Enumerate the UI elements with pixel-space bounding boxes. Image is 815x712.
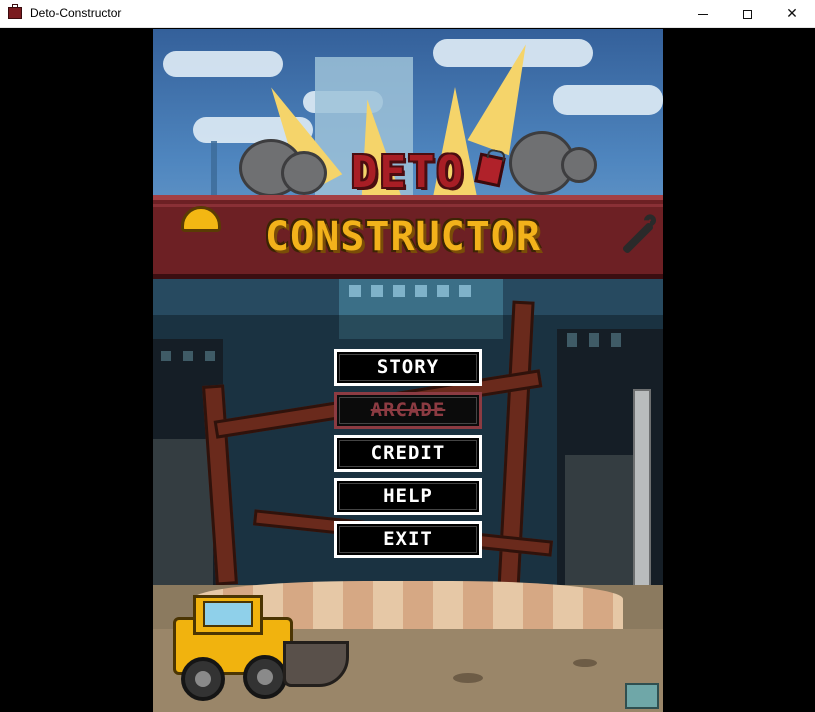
rubble	[573, 659, 597, 667]
credit-button[interactable]: CREDIT	[334, 435, 482, 472]
story-button[interactable]: STORY	[334, 349, 482, 386]
cloud	[553, 85, 663, 115]
rubble	[453, 673, 483, 683]
building-window	[393, 285, 405, 297]
exit-button[interactable]: EXIT	[334, 521, 482, 558]
maximize-icon	[742, 9, 752, 19]
gas-tank	[625, 683, 659, 709]
logo-banner: CONSTRUCTOR	[153, 195, 663, 279]
minimize-icon	[698, 13, 708, 15]
close-button[interactable]: ✕	[769, 0, 815, 28]
help-button[interactable]: HELP	[334, 478, 482, 515]
cloud	[163, 51, 283, 77]
bulldozer-window	[203, 601, 253, 627]
minimize-button[interactable]	[680, 0, 726, 28]
building-window	[459, 285, 471, 297]
window-title: Deto-Constructor	[30, 6, 122, 20]
building-window	[437, 285, 449, 297]
building-window	[349, 285, 361, 297]
logo-constructor: CONSTRUCTOR	[265, 214, 541, 260]
arcade-button[interactable]: ARCADE	[334, 392, 482, 429]
bulldozer-wheel	[243, 655, 287, 699]
wrench-icon	[621, 221, 655, 255]
dynamite-app-icon	[8, 4, 22, 19]
game-viewport: DETO CONSTRUCTOR STORY ARCADE CREDIT HEL…	[153, 29, 663, 712]
close-icon: ✕	[786, 6, 798, 22]
maximize-button[interactable]	[724, 0, 770, 28]
main-menu: STORY ARCADE CREDIT HELP EXIT	[334, 349, 482, 564]
banner-stripe	[153, 204, 663, 207]
building-window	[415, 285, 427, 297]
logo-deto: DETO	[351, 147, 465, 198]
building-window	[371, 285, 383, 297]
window-titlebar: Deto-Constructor ✕	[0, 0, 815, 28]
bulldozer-wheel	[181, 657, 225, 701]
